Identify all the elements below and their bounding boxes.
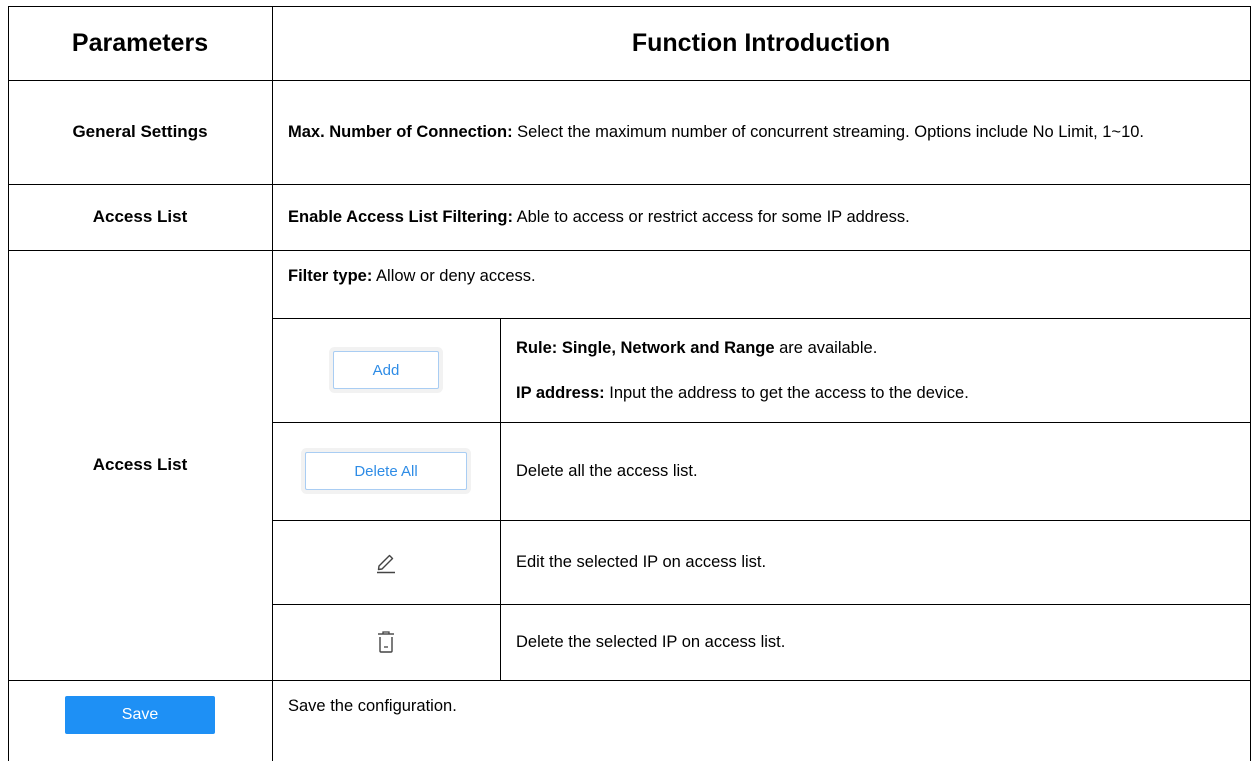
desc-bold-label: IP address: bbox=[516, 383, 605, 402]
desc-general-settings: Max. Number of Connection: Select the ma… bbox=[272, 80, 1250, 184]
desc-save: Save the configuration. bbox=[288, 697, 457, 715]
add-button-cell: Add bbox=[272, 318, 500, 422]
header-parameters: Parameters bbox=[71, 28, 209, 57]
trash-icon[interactable] bbox=[376, 630, 396, 654]
desc-delete-all: Delete all the access list. bbox=[516, 462, 698, 480]
desc-add-rule: Rule: Single, Network and Range are avai… bbox=[500, 318, 1250, 422]
header-function-introduction: Function Introduction bbox=[631, 28, 891, 57]
trash-icon-cell bbox=[272, 604, 500, 680]
edit-icon-cell bbox=[272, 520, 500, 604]
desc-text: Allow or deny access. bbox=[372, 267, 536, 285]
desc-access-list-filtering: Enable Access List Filtering: Able to ac… bbox=[272, 184, 1250, 250]
save-button[interactable]: Save bbox=[65, 696, 215, 734]
param-access-list: Access List bbox=[92, 455, 188, 474]
pencil-icon[interactable] bbox=[375, 550, 397, 574]
desc-text: Input the address to get the access to t… bbox=[604, 383, 969, 402]
desc-text: Select the maximum number of concurrent … bbox=[512, 123, 1145, 141]
desc-filter-type: Filter type: Allow or deny access. bbox=[272, 250, 1250, 318]
delete-all-button-cell: Delete All bbox=[272, 422, 500, 520]
desc-text: are available. bbox=[774, 338, 878, 357]
desc-delete: Delete the selected IP on access list. bbox=[516, 633, 786, 651]
desc-text: Able to access or restrict access for so… bbox=[512, 208, 910, 226]
add-button[interactable]: Add bbox=[333, 351, 439, 389]
desc-bold-label: Filter type: bbox=[288, 267, 373, 285]
desc-bold-label: Enable Access List Filtering: bbox=[288, 208, 513, 226]
delete-all-button[interactable]: Delete All bbox=[305, 452, 467, 490]
desc-bold-label: Max. Number of Connection: bbox=[288, 123, 513, 141]
desc-edit: Edit the selected IP on access list. bbox=[516, 553, 767, 571]
save-button-cell: Save bbox=[8, 680, 272, 761]
param-access-list: Access List bbox=[92, 207, 188, 226]
param-general-settings: General Settings bbox=[72, 122, 208, 141]
desc-bold-label: Rule: Single, Network and Range bbox=[516, 338, 775, 357]
